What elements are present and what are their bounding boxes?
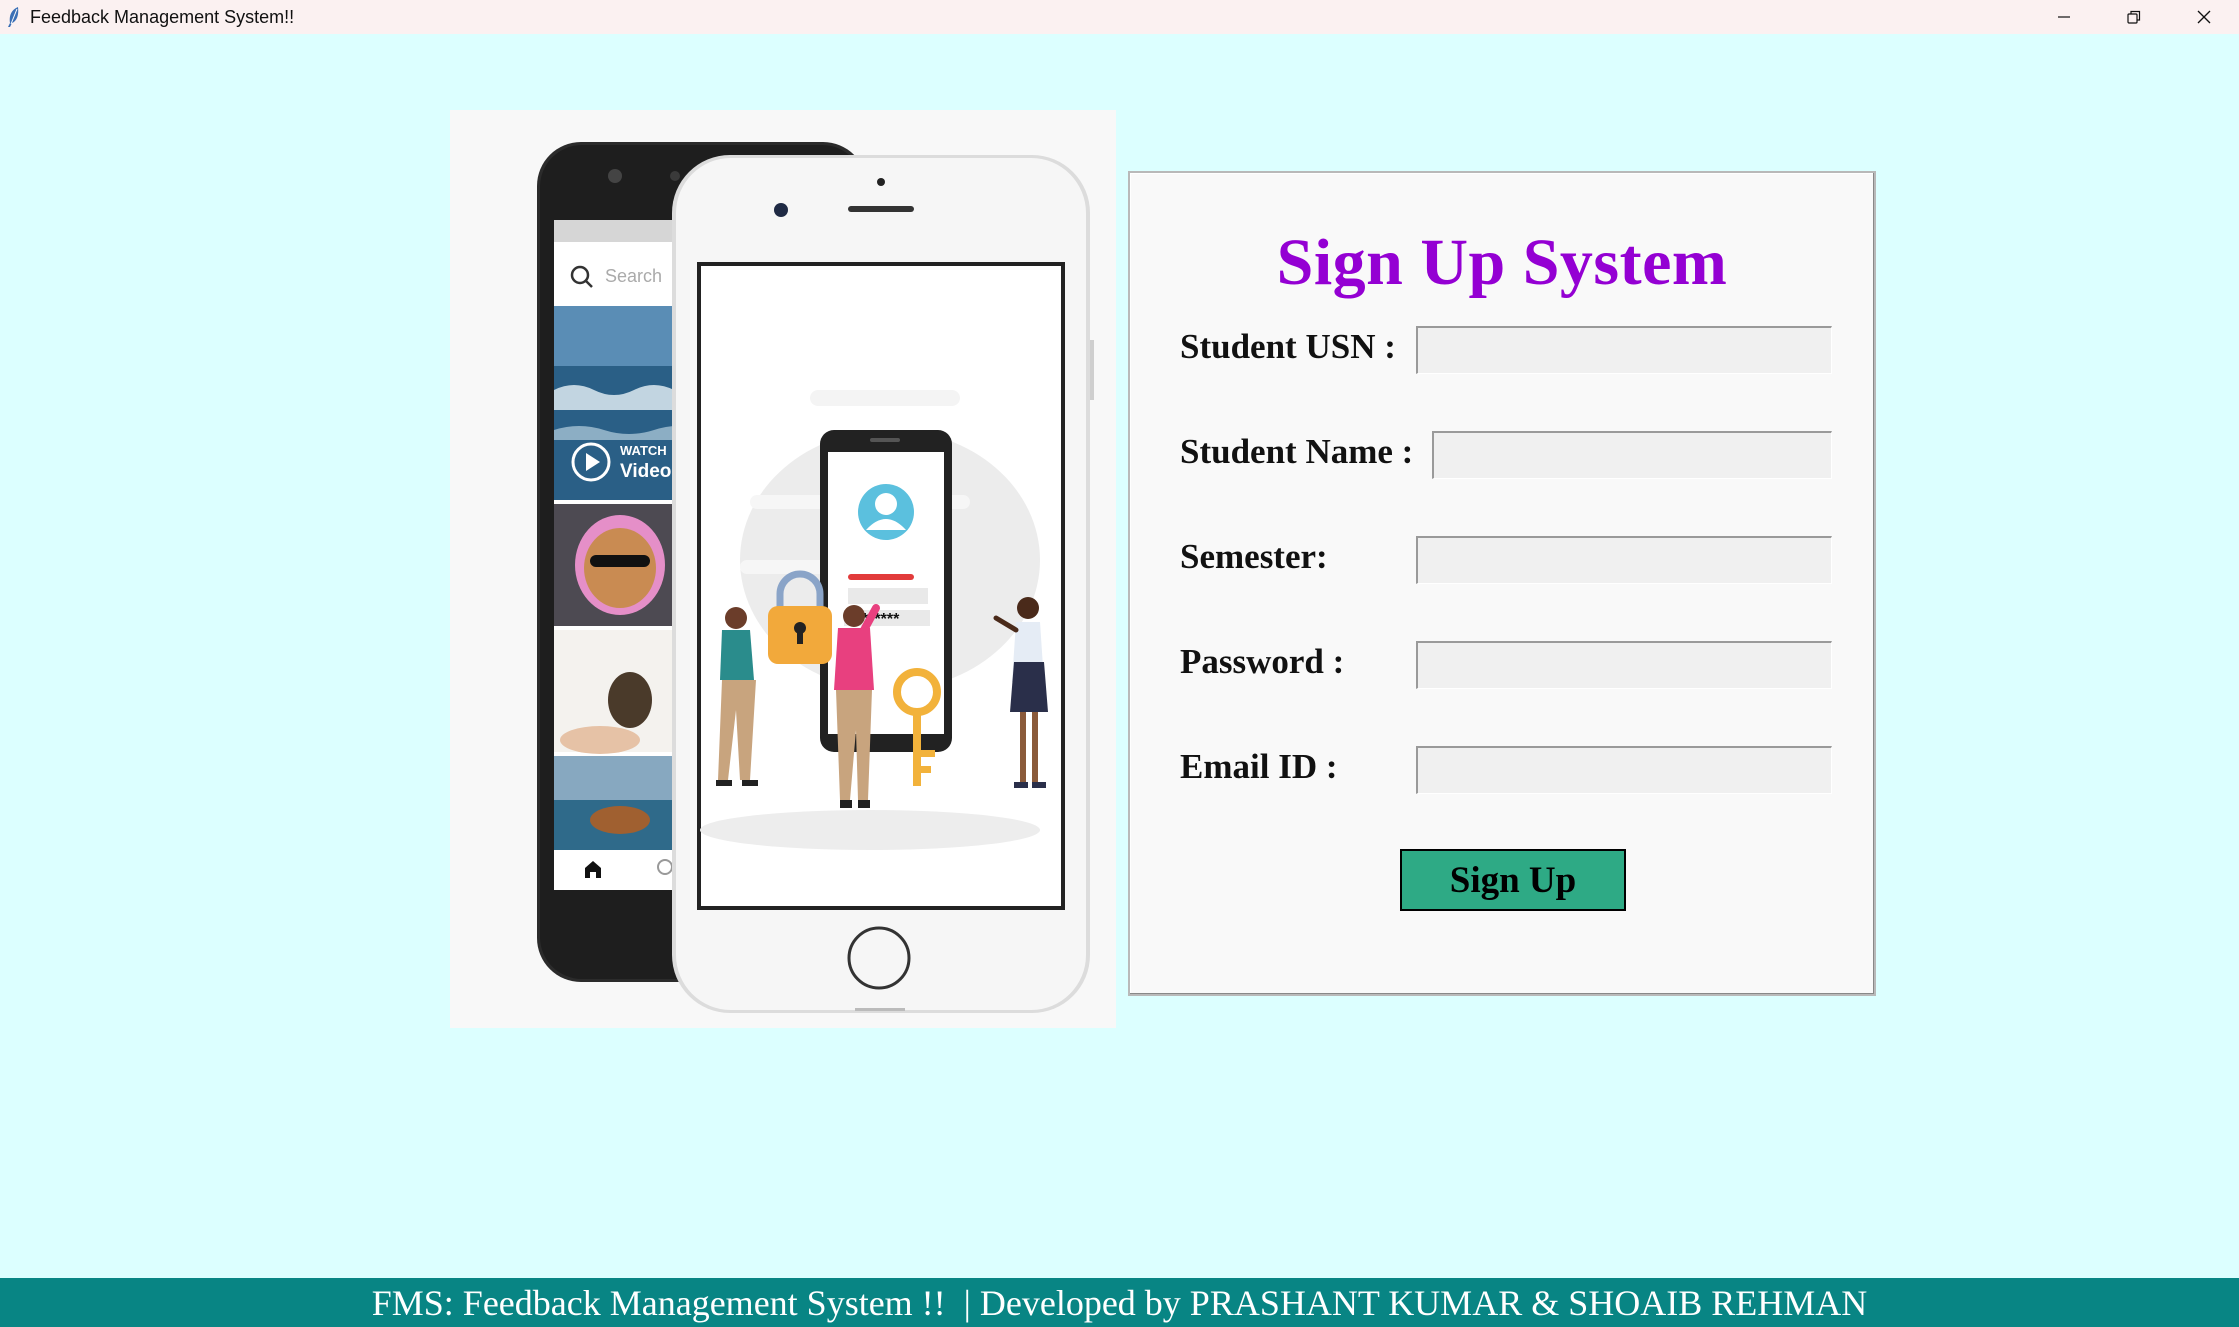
close-button[interactable] [2169,0,2239,34]
feather-app-icon [6,5,26,29]
restore-icon [2127,10,2141,24]
student-usn-label: Student USN : [1180,327,1396,366]
email-input[interactable] [1416,746,1832,794]
student-usn-input[interactable] [1416,326,1832,374]
email-label: Email ID : [1180,747,1338,786]
semester-label: Semester: [1180,537,1328,576]
sign-up-button[interactable]: Sign Up [1400,849,1626,911]
title-bar: Feedback Management System!! [0,0,2239,34]
student-name-input[interactable] [1432,431,1832,479]
minimize-icon [2058,16,2070,18]
window-title: Feedback Management System!! [30,6,295,27]
semester-input[interactable] [1416,536,1832,584]
footer-bar: FMS: Feedback Management System !! | Dev… [0,1278,2239,1327]
minimize-button[interactable] [2029,0,2099,34]
form-heading: Sign Up System [1276,226,1728,299]
close-icon [2197,10,2211,24]
signup-form-card: Sign Up System Student USN : Student Nam… [1128,171,1876,996]
password-input[interactable] [1416,641,1832,689]
footer-text: FMS: Feedback Management System !! | Dev… [371,1282,1868,1323]
back-phone-search-text: Search [605,266,662,286]
back-phone-watch-text: WATCH [620,443,667,458]
restore-button[interactable] [2099,0,2169,34]
phones-illustration: Search WATCH Video ****** [450,110,1116,1028]
student-name-label: Student Name : [1180,432,1414,471]
back-phone-video-text: Video [620,461,671,482]
password-label: Password : [1180,642,1345,681]
